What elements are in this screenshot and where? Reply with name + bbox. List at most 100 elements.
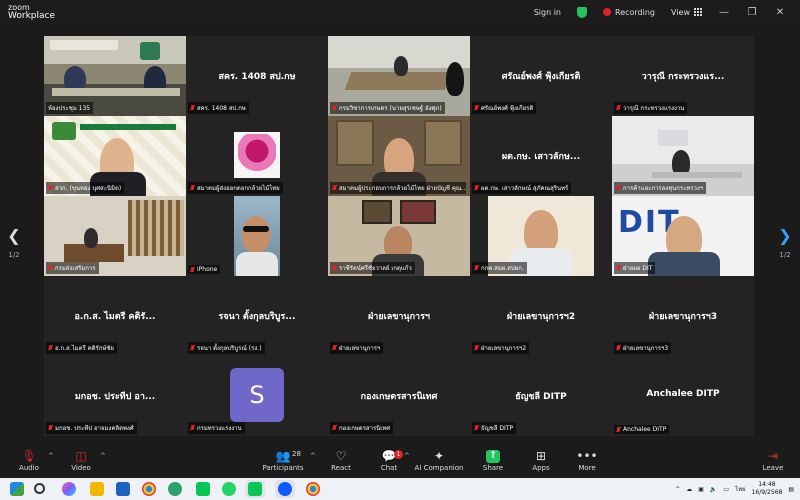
ai-companion-button[interactable]: ✦ AI Companion [414, 448, 464, 472]
participant-tile[interactable]: กองเกษตรสารนิเทศ กองเกษตรสารนิเทศ [328, 356, 470, 436]
participant-name-label: กรมทรวงแรงงาน [188, 422, 245, 434]
leave-button[interactable]: ⇥ Leave [748, 448, 798, 472]
app-icon[interactable] [168, 482, 182, 496]
participant-name-label: สมาคมผู้ส่งออกดอกกล้วยไม้ไทย [188, 182, 283, 194]
participant-tile[interactable]: ห้องประชุม 135 [44, 36, 186, 116]
participant-tile[interactable]: ราชีรัตน์ศรีชัยวาลย์ เกตุแก้ว [328, 196, 470, 276]
audio-options-caret-icon[interactable]: ^ [48, 452, 54, 460]
participant-tile[interactable]: ฝ่ายเลขานุการฯ3 ฝ่ายเลขานุการฯ3 [612, 276, 754, 356]
search-icon[interactable] [34, 483, 45, 494]
participant-tile[interactable]: วารุณี กระทรวงแร... วารุณี กระทรวงแรงงาน [612, 36, 754, 116]
mic-muted-icon [474, 265, 479, 271]
participant-name-label: Anchalee DITP [614, 425, 670, 434]
more-label: More [578, 464, 596, 472]
chrome-icon[interactable] [142, 482, 156, 496]
mic-muted-icon [474, 425, 479, 431]
mic-muted-icon [474, 185, 479, 191]
participant-name-label: ฝ่ายเลขานุการฯ3 [614, 342, 672, 354]
line-active-icon[interactable] [248, 482, 262, 496]
participants-button[interactable]: 👥 28 Participants [258, 448, 308, 472]
participant-display-name: ผต.กษ. เสาวลักษ... [501, 152, 581, 162]
word-icon[interactable] [116, 482, 130, 496]
battery-icon[interactable]: ▭ [723, 486, 729, 493]
view-button[interactable]: View [663, 8, 710, 17]
more-button[interactable]: ••• More [562, 448, 612, 472]
recording-indicator[interactable]: Recording [595, 8, 663, 17]
video-button[interactable]: ◫ Video [56, 448, 106, 472]
chat-options-caret-icon[interactable]: ^ [404, 452, 410, 460]
participant-tile[interactable]: S กรมทรวงแรงงาน [186, 356, 328, 436]
participant-tile[interactable]: สมาคมผู้ประกอบการกล้วยไม้ไทย ฝ่ายบัญชี ค… [328, 116, 470, 196]
whatsapp-icon[interactable] [222, 482, 236, 496]
participant-tile[interactable]: กรมวิชาการเกษตร (นายสุรเชษฐ์ อังศุภ) [328, 36, 470, 116]
participant-display-name: ศรัณย์พงศ์ ฟุ้งเกียรติ [501, 72, 581, 82]
participant-tile[interactable]: ธัญชลี DITP ธัญชลี DITP [470, 356, 612, 436]
previous-page-button[interactable]: ❮ 1/2 [4, 226, 24, 259]
participant-display-name: สคร. 1408 สป.กษ [218, 72, 296, 82]
brand-line2: Workplace [8, 11, 56, 21]
video-feed [186, 196, 328, 276]
grid-view-icon [694, 8, 702, 16]
clock-time: 14:48 [758, 481, 776, 488]
participant-tile[interactable]: รจนา ตั้งกุลบริบูร... รจนา ตั้งกุลบริบูร… [186, 276, 328, 356]
zoom-window: zoom Workplace Sign in Recording View — … [0, 0, 800, 500]
share-label: Share [482, 464, 504, 472]
language-indicator[interactable]: ไทย [735, 484, 746, 494]
zoom-taskbar-icon[interactable] [278, 482, 292, 496]
notification-icon[interactable]: ▤ [788, 486, 794, 493]
participant-tile[interactable]: การค้าและการลงทุนกระทรวงฯ [612, 116, 754, 196]
participant-tile[interactable]: กรมส่งเสริมการ [44, 196, 186, 276]
cloud-icon[interactable]: ☁ [686, 486, 692, 493]
participant-tile[interactable]: ผต.กษ. เสาวลักษ... ผต.กษ. เสาวลักษณ์ สุภ… [470, 116, 612, 196]
participant-tile[interactable]: iPhone [186, 196, 328, 276]
participant-display-name: ฝ่ายเลขานุการฯ [368, 312, 430, 322]
participant-tile[interactable]: ฝ่ายเลขานุการฯ2 ฝ่ายเลขานุการฯ2 [470, 276, 612, 356]
next-page-button[interactable]: ❯ 1/2 [775, 226, 795, 259]
minimize-icon[interactable]: — [710, 7, 738, 18]
participant-name-label: ผต.กษ. เสาวลักษณ์ สุภัคณสุรินทร์ [472, 182, 572, 194]
file-explorer-icon[interactable] [90, 482, 104, 496]
react-button[interactable]: ♡ React [316, 448, 366, 472]
meeting-toolbar: 🎙 Audio ^ ◫ Video ^ 👥 28 Participants ^ … [0, 444, 800, 478]
speaker-icon[interactable]: 🔈 [710, 486, 717, 493]
leave-door-icon: ⇥ [767, 449, 779, 463]
view-label: View [671, 7, 690, 17]
sign-in-button[interactable]: Sign in [526, 8, 569, 17]
participant-name-label: ฝ่ายเลขานุการฯ [330, 342, 384, 354]
recording-label: Recording [615, 7, 656, 17]
participant-tile[interactable]: อ.ก.ส. ไมตรี คติรั... อ.ก.ส.ไมตรี คติรัก… [44, 276, 186, 356]
security-shield-icon[interactable] [569, 6, 595, 18]
chrome-icon[interactable] [306, 482, 320, 496]
clock[interactable]: 14:48 16/9/2568 [752, 481, 783, 497]
network-icon[interactable]: ▣ [698, 486, 704, 493]
participant-tile[interactable]: ฝ่ายเลขานุการฯ ฝ่ายเลขานุการฯ [328, 276, 470, 356]
chevron-up-icon[interactable]: ^ [675, 486, 680, 493]
participant-name-label: สคร. 1408 สป.กษ [188, 102, 249, 114]
restore-icon[interactable]: ❐ [738, 7, 766, 18]
zoom-logo: zoom Workplace [8, 3, 55, 21]
participant-tile[interactable]: ศรัณย์พงศ์ ฟุ้งเกียรติ ศรัณย์พงศ์ ฟุ้งเก… [470, 36, 612, 116]
mic-muted-icon [190, 425, 195, 431]
copilot-icon[interactable] [62, 482, 76, 496]
chevron-left-icon: ❮ [7, 226, 21, 245]
record-dot-icon [603, 8, 611, 16]
chevron-right-icon: ❯ [778, 226, 792, 245]
apps-button[interactable]: ⊞ Apps [516, 448, 566, 472]
participant-tile[interactable]: DIT ฝ่ายผอ DIT [612, 196, 754, 276]
close-icon[interactable]: ✕ [766, 7, 794, 18]
sparkle-icon: ✦ [433, 449, 445, 463]
participants-options-caret-icon[interactable]: ^ [310, 452, 316, 460]
mic-muted-icon [332, 345, 337, 351]
share-button[interactable]: Share [468, 448, 518, 472]
participant-tile[interactable]: กกค.สมผ.สปผก. [470, 196, 612, 276]
participant-tile[interactable]: สมาคมผู้ส่งออกดอกกล้วยไม้ไทย [186, 116, 328, 196]
participant-tile[interactable]: สวก. (ขุนทอง บุศสะนิมิต) [44, 116, 186, 196]
audio-button[interactable]: 🎙 Audio [4, 448, 54, 472]
participant-tile[interactable]: Anchalee DITP Anchalee DITP [612, 356, 754, 436]
participant-avatar: S [230, 368, 284, 422]
video-options-caret-icon[interactable]: ^ [100, 452, 106, 460]
line-icon[interactable] [196, 482, 210, 496]
participant-tile[interactable]: สคร. 1408 สป.กษ สคร. 1408 สป.กษ [186, 36, 328, 116]
windows-start-icon[interactable] [10, 482, 24, 496]
participant-tile[interactable]: มกอช. ประทีป อา... มกอช. ประทีป อาจมงคลิ… [44, 356, 186, 436]
